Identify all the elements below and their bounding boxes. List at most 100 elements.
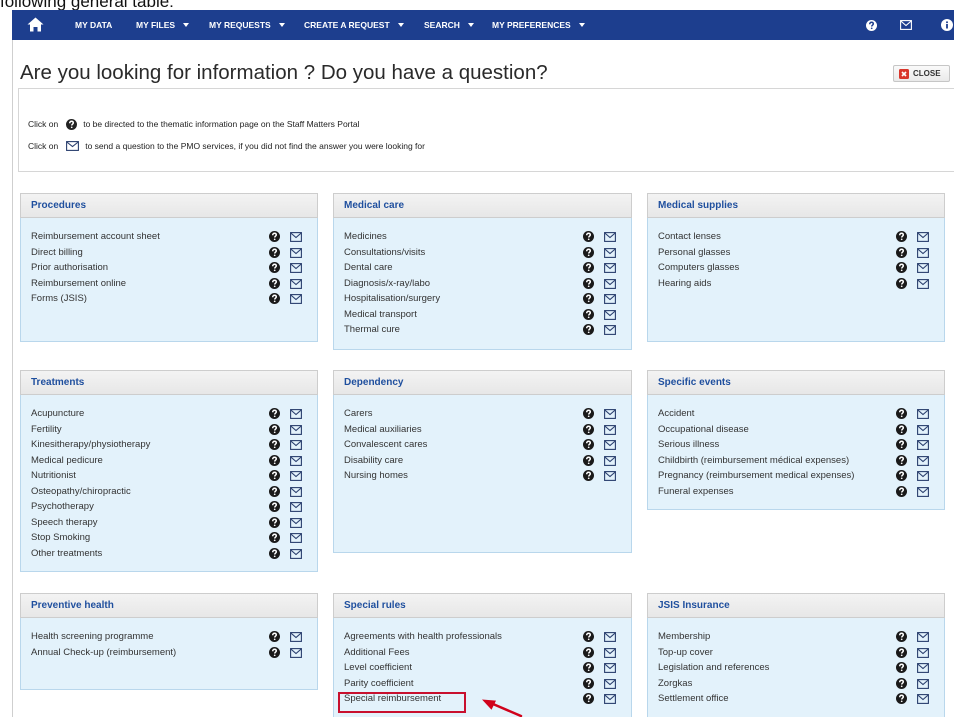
envelope-icon[interactable]	[290, 294, 302, 304]
question-circle-icon[interactable]	[269, 646, 280, 658]
question-circle-icon[interactable]	[896, 454, 907, 466]
envelope-icon[interactable]	[604, 632, 616, 642]
envelope-icon[interactable]	[604, 232, 616, 242]
question-circle-icon[interactable]	[896, 246, 907, 258]
question-circle-icon[interactable]	[583, 470, 594, 481]
question-circle-icon[interactable]	[583, 439, 594, 450]
envelope-icon[interactable]	[604, 471, 616, 481]
question-circle-icon[interactable]	[896, 231, 907, 242]
question-circle-icon[interactable]	[583, 646, 594, 658]
question-circle-icon[interactable]	[896, 408, 907, 419]
question-circle-icon[interactable]	[269, 532, 280, 543]
question-circle-icon[interactable]	[269, 470, 280, 481]
envelope-icon[interactable]	[290, 424, 302, 435]
question-circle-icon[interactable]	[583, 631, 594, 642]
envelope-icon[interactable]	[917, 663, 929, 673]
question-circle-icon[interactable]	[896, 646, 907, 658]
question-circle-icon[interactable]	[269, 293, 280, 304]
question-circle-icon[interactable]	[269, 246, 280, 258]
question-circle-icon[interactable]	[896, 277, 907, 289]
question-circle-icon[interactable]	[896, 485, 907, 497]
envelope-icon[interactable]	[917, 247, 929, 258]
question-circle-icon[interactable]	[583, 324, 594, 335]
envelope-icon[interactable]	[290, 440, 302, 450]
nav-my-requests[interactable]: MY REQUESTS	[209, 10, 285, 40]
envelope-icon[interactable]	[604, 694, 616, 704]
envelope-icon[interactable]	[290, 533, 302, 543]
question-circle-icon[interactable]	[269, 277, 280, 289]
envelope-icon[interactable]	[604, 424, 616, 435]
question-circle-icon[interactable]	[269, 547, 280, 559]
envelope-icon[interactable]	[917, 678, 929, 689]
envelope-icon[interactable]	[290, 263, 302, 273]
nav-my-data[interactable]: MY DATA	[75, 10, 112, 40]
envelope-icon[interactable]	[917, 263, 929, 273]
question-circle-icon[interactable]	[269, 439, 280, 450]
envelope-icon[interactable]	[290, 247, 302, 258]
question-circle-icon[interactable]	[896, 693, 907, 704]
envelope-icon[interactable]	[290, 232, 302, 242]
question-circle-icon[interactable]	[583, 246, 594, 258]
question-circle-icon[interactable]	[583, 277, 594, 289]
envelope-icon[interactable]	[290, 632, 302, 642]
envelope-icon[interactable]	[290, 455, 302, 466]
envelope-icon[interactable]	[917, 424, 929, 435]
info-icon[interactable]	[941, 19, 953, 31]
envelope-icon[interactable]	[917, 647, 929, 658]
envelope-icon[interactable]	[917, 455, 929, 466]
envelope-icon[interactable]	[604, 325, 616, 335]
question-circle-icon[interactable]	[583, 262, 594, 273]
envelope-icon[interactable]	[290, 486, 302, 497]
question-circle-icon[interactable]	[583, 454, 594, 466]
question-circle-icon[interactable]	[269, 231, 280, 242]
envelope-icon[interactable]	[917, 471, 929, 481]
envelope-icon[interactable]	[290, 278, 302, 289]
envelope-icon[interactable]	[604, 309, 616, 320]
question-circle-icon[interactable]	[269, 516, 280, 528]
nav-my-files[interactable]: MY FILES	[136, 10, 190, 40]
envelope-icon[interactable]	[917, 409, 929, 419]
nav-my-preferences[interactable]: MY PREFERENCES	[492, 10, 585, 40]
envelope-icon[interactable]	[604, 247, 616, 258]
question-circle-icon[interactable]	[896, 677, 907, 689]
question-circle-icon[interactable]	[269, 631, 280, 642]
envelope-icon[interactable]	[604, 455, 616, 466]
question-circle-icon[interactable]	[583, 293, 594, 304]
envelope-icon[interactable]	[917, 632, 929, 642]
envelope-icon[interactable]	[290, 502, 302, 512]
envelope-icon[interactable]	[604, 409, 616, 419]
close-button[interactable]: CLOSE	[893, 65, 950, 82]
envelope-icon[interactable]	[290, 647, 302, 658]
envelope-icon[interactable]	[290, 471, 302, 481]
envelope-icon[interactable]	[917, 278, 929, 289]
envelope-icon[interactable]	[604, 647, 616, 658]
envelope-icon[interactable]	[917, 440, 929, 450]
question-circle-icon[interactable]	[269, 408, 280, 419]
envelope-icon[interactable]	[290, 409, 302, 419]
question-circle-icon[interactable]	[896, 262, 907, 273]
question-circle-icon[interactable]	[896, 631, 907, 642]
question-circle-icon[interactable]	[269, 423, 280, 435]
question-circle-icon[interactable]	[583, 408, 594, 419]
envelope-icon[interactable]	[604, 294, 616, 304]
nav-search[interactable]: SEARCH	[424, 10, 474, 40]
envelope-icon[interactable]	[900, 19, 912, 31]
question-circle-icon[interactable]	[269, 485, 280, 497]
nav-create-a-request[interactable]: CREATE A REQUEST	[304, 10, 404, 40]
question-circle-icon[interactable]	[583, 231, 594, 242]
question-circle-icon[interactable]	[269, 454, 280, 466]
envelope-icon[interactable]	[604, 278, 616, 289]
question-circle-icon[interactable]	[583, 693, 594, 704]
question-circle-icon[interactable]	[896, 470, 907, 481]
envelope-icon[interactable]	[604, 663, 616, 673]
question-circle-icon[interactable]	[583, 677, 594, 689]
envelope-icon[interactable]	[917, 486, 929, 497]
envelope-icon[interactable]	[290, 548, 302, 559]
envelope-icon[interactable]	[604, 263, 616, 273]
question-circle-icon[interactable]	[269, 262, 280, 273]
question-circle-icon[interactable]	[583, 662, 594, 673]
question-circle-icon[interactable]	[583, 423, 594, 435]
question-circle-icon[interactable]	[896, 662, 907, 673]
question-circle-icon[interactable]	[583, 308, 594, 320]
envelope-icon[interactable]	[604, 678, 616, 689]
